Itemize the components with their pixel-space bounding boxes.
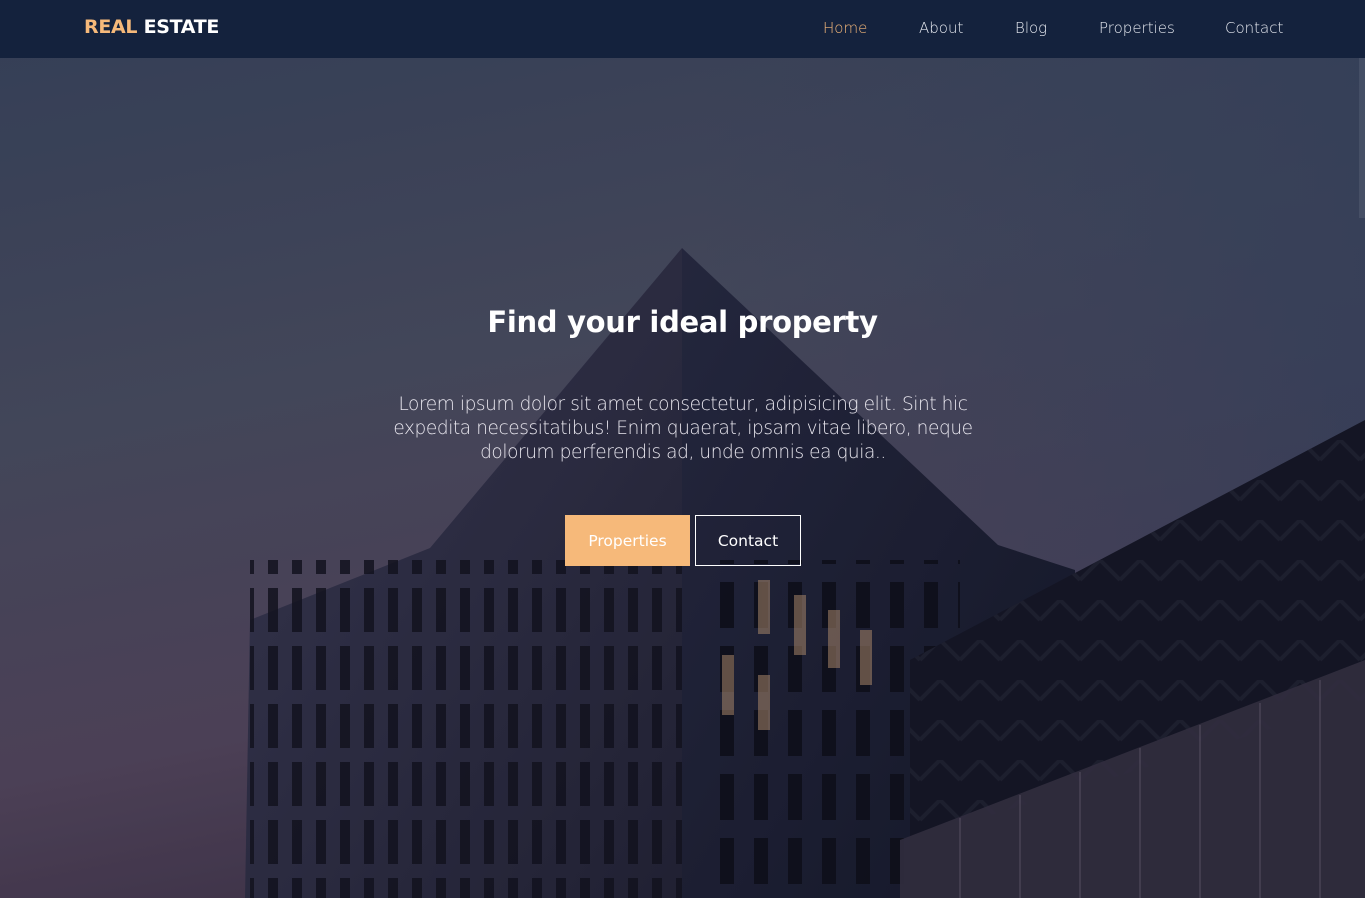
navbar: REAL ESTATE Home About Blog Properties C… xyxy=(0,0,1365,58)
main-nav: Home About Blog Properties Contact xyxy=(0,19,1365,43)
nav-link-home[interactable]: Home xyxy=(823,19,867,37)
hero-section: Find your ideal property Lorem ipsum dol… xyxy=(0,0,1365,898)
properties-button[interactable]: Properties xyxy=(565,515,690,566)
nav-link-blog[interactable]: Blog xyxy=(1015,19,1047,37)
nav-link-contact[interactable]: Contact xyxy=(1225,19,1283,37)
nav-link-about[interactable]: About xyxy=(919,19,963,37)
hero-title: Find your ideal property xyxy=(487,305,878,339)
contact-button[interactable]: Contact xyxy=(695,515,801,566)
hero-description: Lorem ipsum dolor sit amet consectetur, … xyxy=(393,394,973,463)
scrollbar-thumb[interactable] xyxy=(1359,58,1365,218)
nav-link-properties[interactable]: Properties xyxy=(1099,19,1175,37)
